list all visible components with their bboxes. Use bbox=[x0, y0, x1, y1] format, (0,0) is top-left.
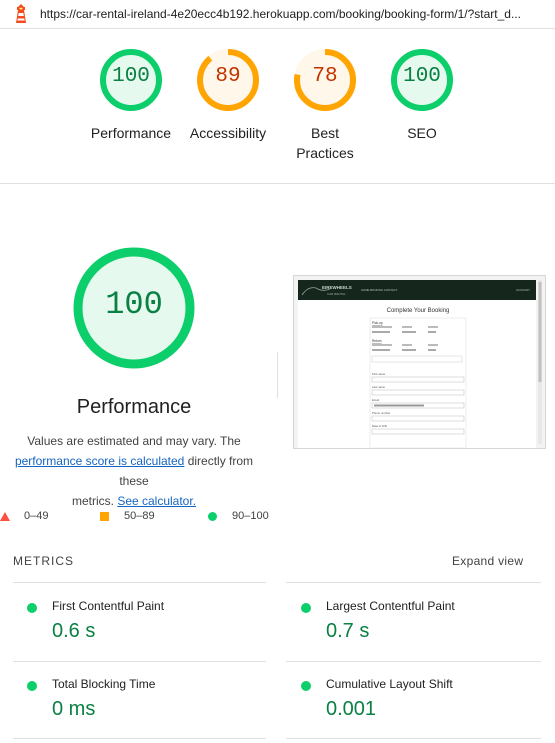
gauge-best-practices[interactable]: 78 Best Practices bbox=[270, 47, 380, 163]
metric-divider bbox=[286, 582, 541, 583]
gauge-score: 78 bbox=[312, 65, 338, 88]
thumb-brand-sub: CAR RENTAL bbox=[327, 292, 346, 296]
thumb-nav: HOME BOOKING CONTACT bbox=[361, 288, 398, 292]
metric-value: 0.6 s bbox=[52, 620, 96, 642]
lighthouse-icon bbox=[16, 4, 26, 23]
pass-circle-icon bbox=[301, 603, 311, 613]
metric-divider bbox=[13, 661, 266, 662]
gauge-score: 100 bbox=[112, 65, 150, 88]
gauge-accessibility[interactable]: 89 Accessibility bbox=[173, 47, 283, 143]
see-calculator-link[interactable]: See calculator. bbox=[117, 494, 196, 508]
thumb-brand: EIREWHEELS bbox=[322, 285, 352, 290]
gauge-label: SEO bbox=[407, 125, 437, 141]
metric-name: Cumulative Layout Shift bbox=[326, 677, 453, 691]
score-calculated-link[interactable]: performance score is calculated bbox=[15, 454, 184, 468]
gauge-performance[interactable]: 100 Performance bbox=[76, 47, 186, 143]
metric-name: Total Blocking Time bbox=[52, 677, 156, 691]
category-gauges: 100 Performance 89 Accessibility 78 Best… bbox=[0, 29, 555, 184]
metric-divider bbox=[286, 738, 541, 739]
gauge-score: 89 bbox=[215, 65, 241, 88]
thumb-first-name: First name bbox=[372, 372, 386, 376]
pass-circle-icon bbox=[27, 603, 37, 613]
performance-score: 100 bbox=[105, 286, 163, 323]
gauge-score: 100 bbox=[403, 65, 441, 88]
page-url[interactable]: https://car-rental-ireland-4e20ecc4b192.… bbox=[40, 7, 521, 21]
legend-fail-range: 0–49 bbox=[24, 510, 49, 522]
thumb-account: ACCOUNT bbox=[516, 288, 530, 292]
section-divider bbox=[277, 352, 278, 398]
report-url-bar: https://car-rental-ireland-4e20ecc4b192.… bbox=[0, 0, 555, 29]
average-square-icon bbox=[100, 512, 109, 521]
thumb-phone: Phone number bbox=[372, 411, 390, 415]
thumb-pickup: Pick-up bbox=[372, 321, 383, 325]
metric-divider bbox=[286, 661, 541, 662]
description-text: Values are estimated and may vary. The bbox=[27, 434, 241, 448]
gauge-label: Accessibility bbox=[189, 125, 267, 141]
metric-name: Largest Contentful Paint bbox=[326, 599, 455, 613]
metrics-heading: METRICS bbox=[13, 554, 74, 568]
thumb-heading: Complete Your Booking bbox=[387, 308, 450, 314]
expand-view-toggle[interactable]: Expand view bbox=[452, 554, 523, 568]
legend-average-range: 50–89 bbox=[124, 510, 155, 522]
fail-triangle-icon bbox=[0, 512, 10, 521]
thumb-return: Return bbox=[372, 339, 382, 343]
metric-divider bbox=[13, 738, 266, 739]
gauge-label: Best Practices bbox=[296, 125, 354, 161]
pass-circle-icon bbox=[27, 681, 37, 691]
thumb-date-of-birth: Date of birth bbox=[372, 424, 388, 428]
screenshot-drawing: EIREWHEELS CAR RENTAL HOME BOOKING CONTA… bbox=[294, 276, 545, 449]
performance-description: Values are estimated and may vary. The p… bbox=[0, 431, 268, 511]
metric-value: 0 ms bbox=[52, 698, 96, 720]
gauge-label: Performance bbox=[90, 125, 172, 141]
metric-name: First Contentful Paint bbox=[52, 599, 165, 613]
metric-divider bbox=[13, 582, 266, 583]
thumb-last-name: Last name bbox=[372, 385, 386, 389]
metric-value: 0.001 bbox=[326, 698, 377, 720]
legend-pass-range: 90–100 bbox=[232, 510, 269, 522]
metric-value: 0.7 s bbox=[326, 620, 370, 642]
performance-gauge-large: 100 bbox=[70, 244, 198, 372]
page-screenshot-thumbnail[interactable]: EIREWHEELS CAR RENTAL HOME BOOKING CONTA… bbox=[293, 275, 546, 449]
performance-title: Performance bbox=[76, 396, 192, 418]
pass-circle-icon bbox=[208, 512, 217, 521]
description-text: metrics. bbox=[71, 494, 114, 508]
gauge-seo[interactable]: 100 SEO bbox=[367, 47, 477, 143]
thumb-email: Email bbox=[372, 398, 379, 402]
pass-circle-icon bbox=[301, 681, 311, 691]
